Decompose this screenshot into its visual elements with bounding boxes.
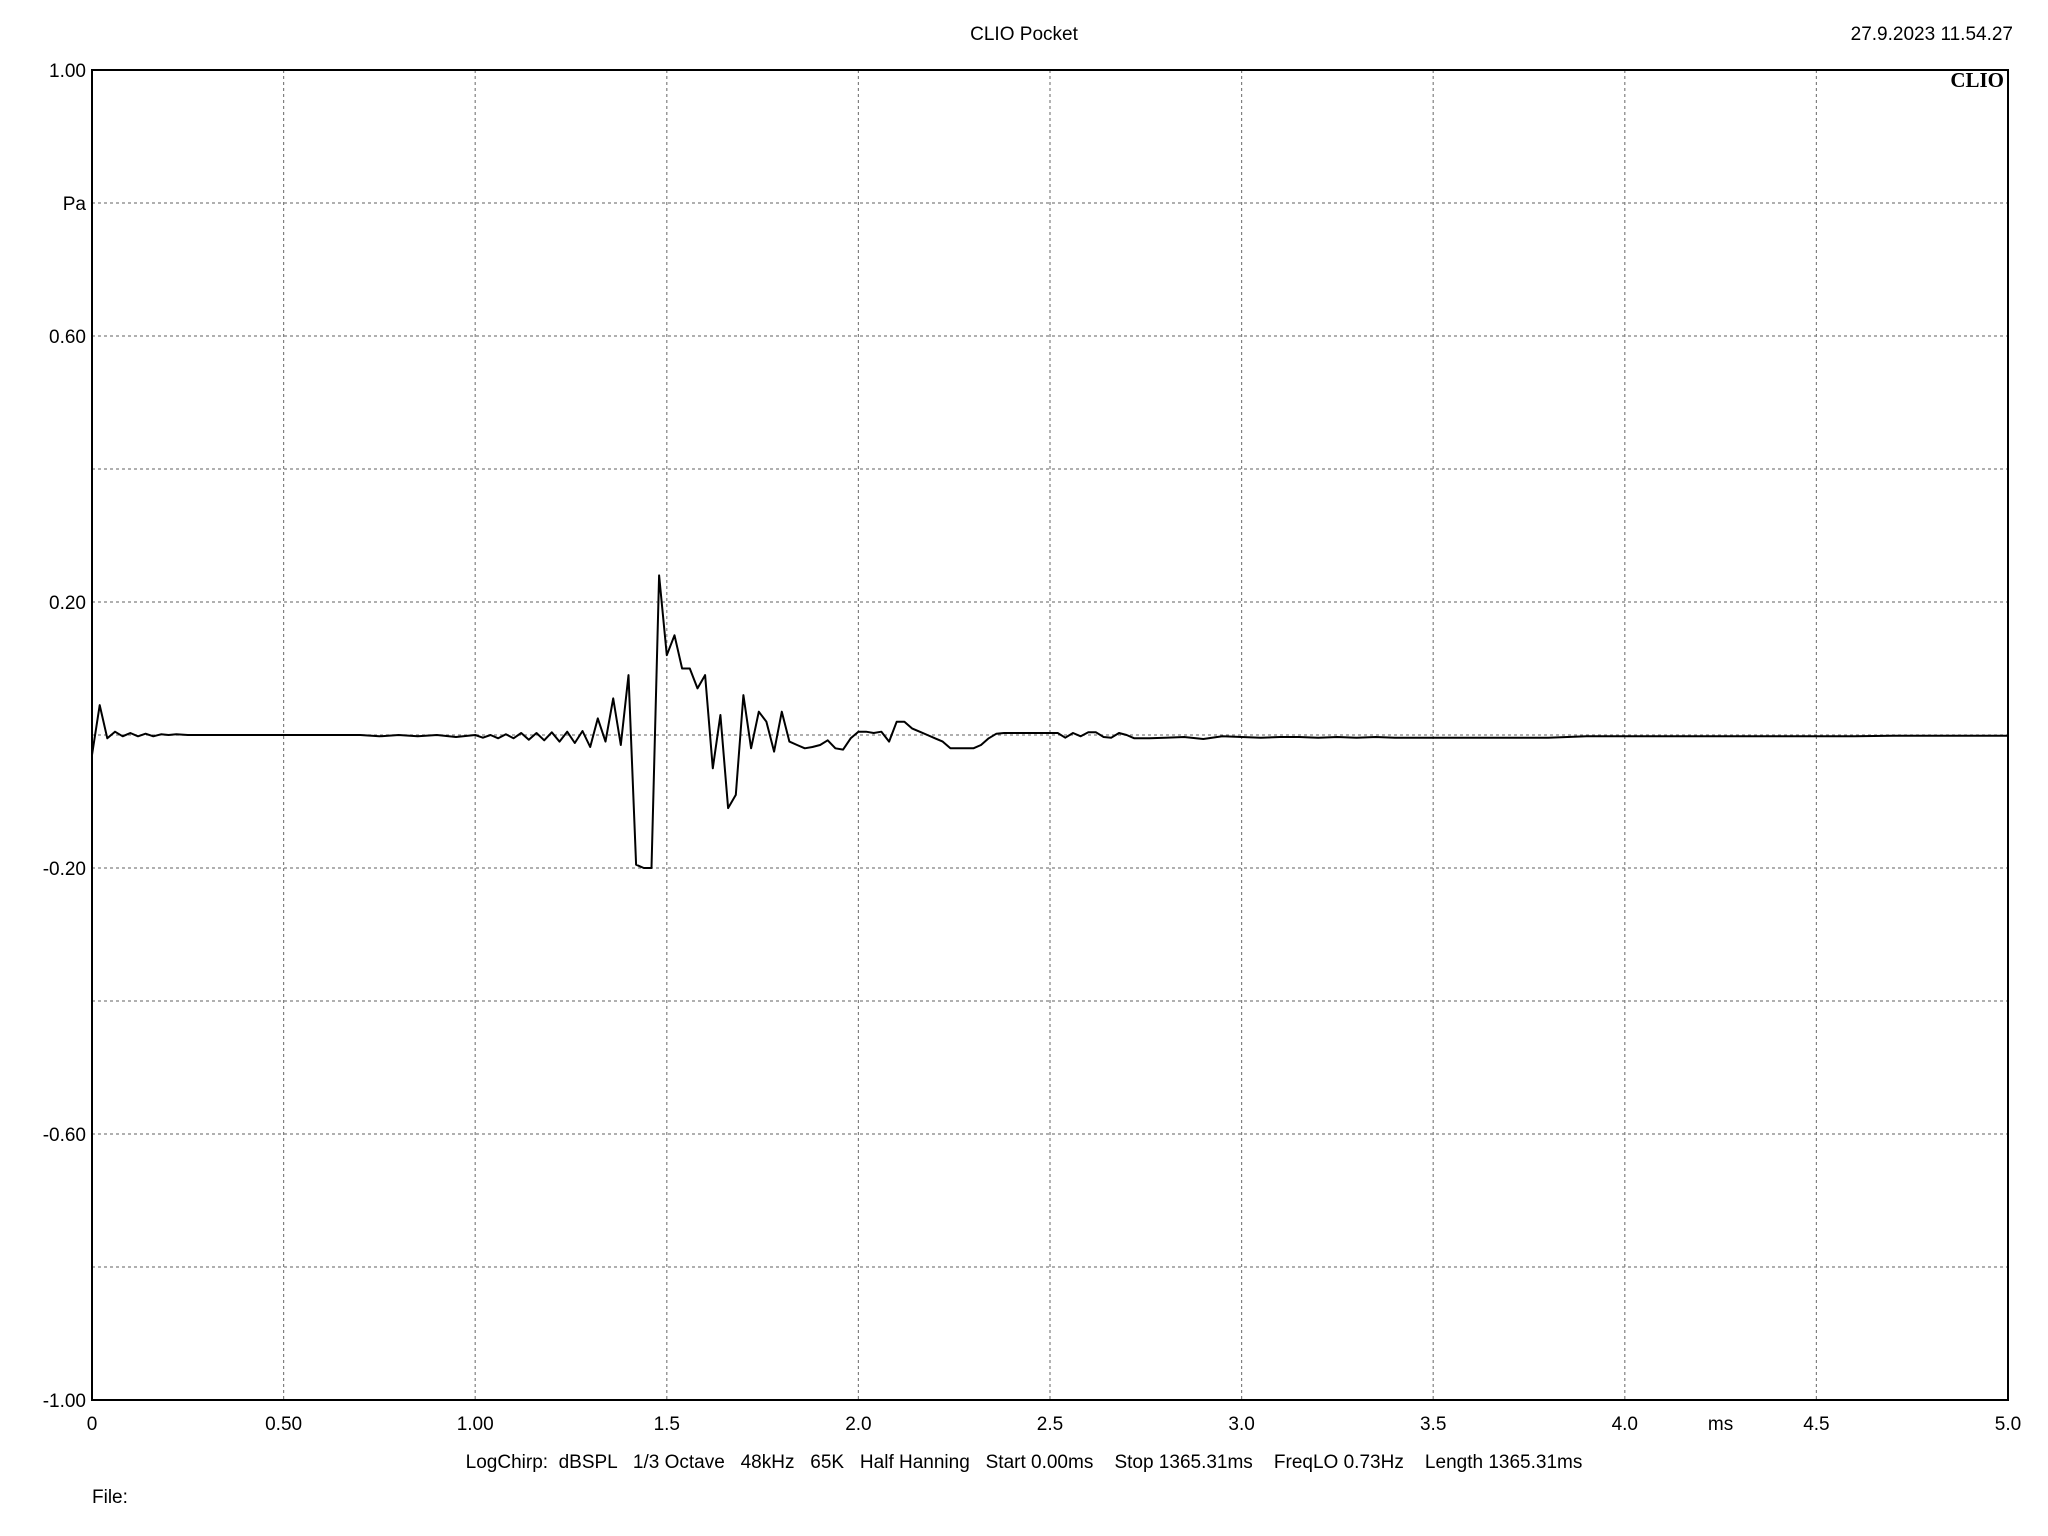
plot-svg: 0 0.50 1.00 1.5 2.0 2.5 3.0 3.5 4.0 4.5 5.0 ms 1.00 P…: [43, 61, 2022, 1435]
y-tick-label: -1.00: [43, 1391, 86, 1412]
x-tick-label: 3.5: [1420, 1414, 1446, 1435]
x-tick-label: 2.0: [845, 1414, 871, 1435]
x-tick-label: 0: [87, 1414, 98, 1435]
x-axis-unit-label: ms: [1708, 1414, 1733, 1435]
x-tick-label: 0.50: [265, 1414, 302, 1435]
impulse-response-trace: [91, 574, 2008, 869]
y-tick-label: 0.20: [49, 593, 86, 614]
x-tick-label: 3.0: [1228, 1414, 1254, 1435]
x-tick-label: 4.0: [1612, 1414, 1638, 1435]
x-tick-label: 5.0: [1995, 1414, 2021, 1435]
y-tick-label: -0.20: [43, 859, 86, 880]
trace-layer: [91, 574, 2008, 869]
x-tick-label: 2.5: [1037, 1414, 1063, 1435]
file-label: File:: [92, 1487, 128, 1508]
x-tick-label: 4.5: [1803, 1414, 1829, 1435]
y-tick-label: -0.60: [43, 1125, 86, 1146]
y-tick-label: 0.60: [49, 327, 86, 348]
x-tick-label: 1.5: [654, 1414, 680, 1435]
tick-labels: 0 0.50 1.00 1.5 2.0 2.5 3.0 3.5 4.0 4.5 5.0 ms 1.00 P…: [43, 61, 2022, 1435]
chart-window: CLIO Pocket 27.9.2023 11.54.27 0 0.50 1.00…: [0, 0, 2048, 1536]
grid-lines: [92, 70, 2008, 1400]
y-tick-label: Pa: [63, 194, 87, 215]
clio-logo: CLIO: [1950, 68, 2004, 92]
measurement-settings: LogChirp: dBSPL 1/3 Octave 48kHz 65K Hal…: [465, 1452, 1583, 1473]
x-tick-label: 1.00: [457, 1414, 494, 1435]
y-tick-label: 1.00: [49, 61, 86, 82]
